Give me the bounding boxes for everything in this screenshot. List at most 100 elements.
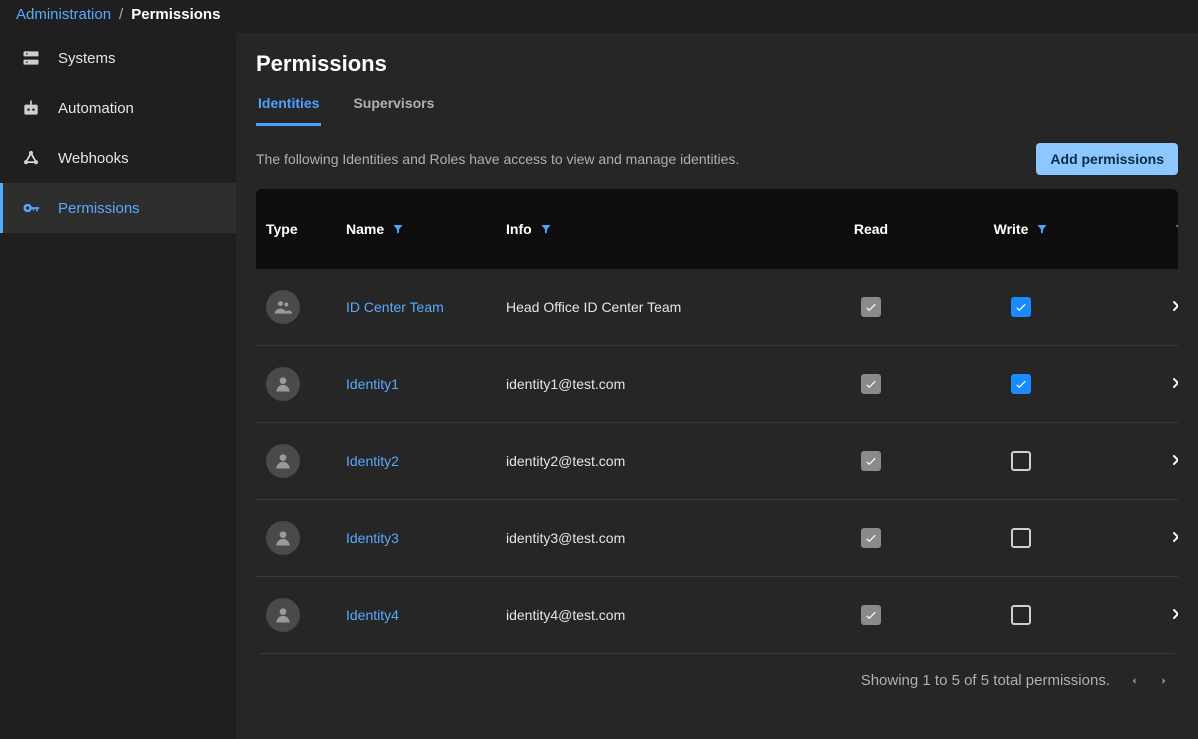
cell-type <box>256 598 336 632</box>
cell-write <box>946 297 1096 317</box>
cell-actions <box>1096 298 1178 317</box>
table-row: Identity2 identity2@test.com <box>256 423 1178 500</box>
filter-icon[interactable] <box>392 223 404 235</box>
table-row: Identity1 identity1@test.com <box>256 346 1178 423</box>
clear-filter-icon[interactable] <box>1174 223 1178 235</box>
cell-info: Head Office ID Center Team <box>496 299 796 315</box>
sidebar-item-label: Automation <box>58 100 134 117</box>
write-checkbox[interactable] <box>1011 528 1031 548</box>
cell-info: identity2@test.com <box>496 453 796 469</box>
read-checkbox <box>861 374 881 394</box>
write-checkbox[interactable] <box>1011 297 1031 317</box>
table-header: Type Name Info Read Write <box>256 189 1178 269</box>
webhooks-icon <box>20 147 42 169</box>
sidebar-item-automation[interactable]: Automation <box>0 83 236 133</box>
column-name-label: Name <box>346 221 384 237</box>
cell-name: Identity2 <box>336 453 496 469</box>
next-page-button[interactable] <box>1158 675 1170 687</box>
identity-link[interactable]: ID Center Team <box>346 299 444 315</box>
column-type-label: Type <box>266 221 298 237</box>
cell-info: identity1@test.com <box>496 376 796 392</box>
identity-link[interactable]: Identity1 <box>346 376 399 392</box>
sidebar-item-label: Webhooks <box>58 150 129 167</box>
cell-write <box>946 605 1096 625</box>
sidebar-item-webhooks[interactable]: Webhooks <box>0 133 236 183</box>
user-icon <box>266 367 300 401</box>
group-icon <box>266 290 300 324</box>
cell-actions <box>1096 606 1178 625</box>
cell-actions <box>1096 375 1178 394</box>
delete-button[interactable] <box>1170 298 1178 317</box>
breadcrumb-parent[interactable]: Administration <box>16 6 111 23</box>
cell-name: Identity1 <box>336 376 496 392</box>
table-row: Identity4 identity4@test.com <box>256 577 1178 654</box>
cell-actions <box>1096 452 1178 471</box>
breadcrumb: Administration / Permissions <box>0 0 1198 33</box>
table-row: ID Center Team Head Office ID Center Team <box>256 269 1178 346</box>
cell-type <box>256 444 336 478</box>
sidebar-item-permissions[interactable]: Permissions <box>0 183 236 233</box>
column-write-label: Write <box>994 221 1029 237</box>
column-actions <box>1096 223 1178 235</box>
user-icon <box>266 444 300 478</box>
filter-icon[interactable] <box>1036 223 1048 235</box>
systems-icon <box>20 47 42 69</box>
write-checkbox[interactable] <box>1011 605 1031 625</box>
identity-link[interactable]: Identity2 <box>346 453 399 469</box>
description-text: The following Identities and Roles have … <box>256 151 739 167</box>
read-checkbox <box>861 451 881 471</box>
user-icon <box>266 521 300 555</box>
cell-name: Identity3 <box>336 530 496 546</box>
column-type: Type <box>256 221 336 237</box>
cell-read <box>796 528 946 548</box>
identity-link[interactable]: Identity3 <box>346 530 399 546</box>
sidebar-item-systems[interactable]: Systems <box>0 33 236 83</box>
delete-button[interactable] <box>1170 452 1178 471</box>
cell-read <box>796 374 946 394</box>
pagination: Showing 1 to 5 of 5 total permissions. <box>236 654 1198 707</box>
breadcrumb-separator: / <box>119 6 123 23</box>
cell-actions <box>1096 529 1178 548</box>
sidebar-item-label: Permissions <box>58 200 140 217</box>
column-write[interactable]: Write <box>946 221 1096 237</box>
delete-button[interactable] <box>1170 375 1178 394</box>
cell-type <box>256 521 336 555</box>
read-checkbox <box>861 605 881 625</box>
cell-read <box>796 297 946 317</box>
tab-identities[interactable]: Identities <box>256 85 321 126</box>
cell-write <box>946 451 1096 471</box>
cell-info: identity4@test.com <box>496 607 796 623</box>
cell-read <box>796 605 946 625</box>
cell-write <box>946 528 1096 548</box>
delete-button[interactable] <box>1170 606 1178 625</box>
write-checkbox[interactable] <box>1011 451 1031 471</box>
cell-read <box>796 451 946 471</box>
cell-write <box>946 374 1096 394</box>
cell-name: Identity4 <box>336 607 496 623</box>
identity-link[interactable]: Identity4 <box>346 607 399 623</box>
column-name[interactable]: Name <box>336 221 496 237</box>
delete-button[interactable] <box>1170 529 1178 548</box>
column-read-label: Read <box>854 221 888 237</box>
page-title: Permissions <box>236 33 1198 85</box>
sidebar: Systems Automation Webhooks Permissions <box>0 33 236 739</box>
column-info[interactable]: Info <box>496 221 796 237</box>
tabs: Identities Supervisors <box>236 85 1198 127</box>
tab-supervisors[interactable]: Supervisors <box>351 85 436 126</box>
table-row: Identity3 identity3@test.com <box>256 500 1178 577</box>
column-read: Read <box>796 221 946 237</box>
user-icon <box>266 598 300 632</box>
prev-page-button[interactable] <box>1128 675 1140 687</box>
write-checkbox[interactable] <box>1011 374 1031 394</box>
cell-type <box>256 290 336 324</box>
breadcrumb-current: Permissions <box>131 6 220 23</box>
automation-icon <box>20 97 42 119</box>
cell-info: identity3@test.com <box>496 530 796 546</box>
permissions-icon <box>20 197 42 219</box>
column-info-label: Info <box>506 221 532 237</box>
filter-icon[interactable] <box>540 223 552 235</box>
add-permissions-button[interactable]: Add permissions <box>1036 143 1178 175</box>
cell-name: ID Center Team <box>336 299 496 315</box>
cell-type <box>256 367 336 401</box>
sidebar-item-label: Systems <box>58 50 116 67</box>
